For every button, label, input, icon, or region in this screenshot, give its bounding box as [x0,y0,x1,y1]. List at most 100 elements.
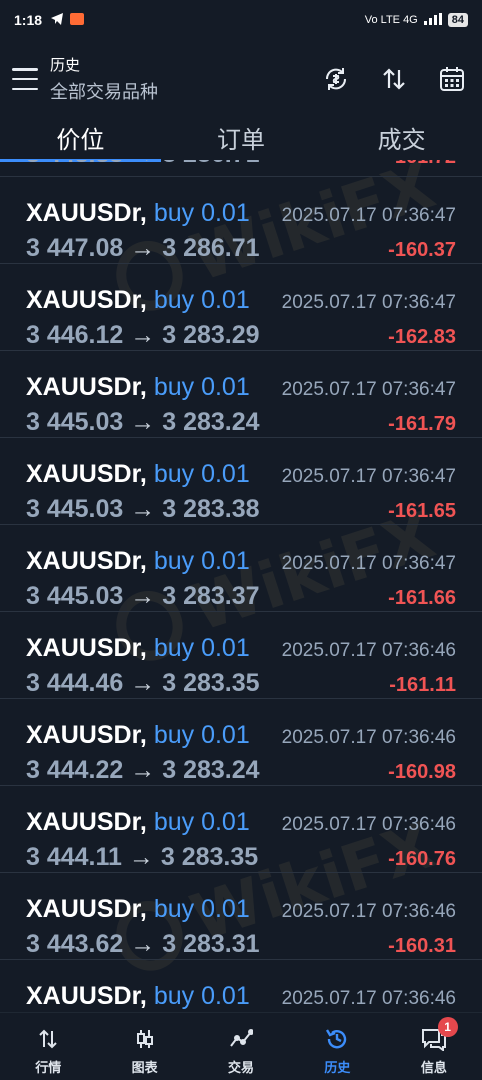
deal-row[interactable]: XAUUSDr, buy 0.01 3 444.46 → 3 283.35 2025… [0,612,482,699]
arrow-icon: → [130,582,156,610]
deal-prices: 3 445.03 → 3 283.37 [26,582,260,611]
notification-app-icon [70,12,85,28]
deal-symbol: XAUUSDr, buy 0.01 [26,199,250,228]
nav-quotes[interactable]: 行情 [0,1013,96,1080]
sync-icon[interactable] [322,65,350,93]
deal-symbol: XAUUSDr, buy 0.01 [26,808,250,837]
close-price: 3 283.35 [162,669,260,697]
open-price: 3 445.03 [26,408,124,436]
menu-icon[interactable] [12,68,38,90]
deal-prices: 3 444.46 → 3 283.35 [26,669,260,698]
page-title: 历史 [50,57,81,74]
nav-chart[interactable]: 图表 [96,1013,192,1080]
deal-profit: -160.37 [388,239,456,261]
close-price: 3 283.38 [162,495,260,523]
deal-profit: -161.11 [389,674,456,696]
deal-row-partial[interactable]: 3 448.38 → 3 286.71 -161.72 [0,160,482,177]
deal-list[interactable]: WikiFX WikiFX WikiFX 3 448.38 → 3 286.71… [0,160,482,1012]
battery-indicator: 84 [447,13,468,27]
deal-symbol: XAUUSDr, buy 0.01 [26,634,250,663]
nav-label: 历史 [324,1060,351,1075]
deal-symbol: XAUUSDr, buy 0.01 [26,547,250,576]
unread-badge: 1 [437,1017,458,1037]
deal-side: buy 0.01 [153,982,250,1010]
deal-row[interactable]: XAUUSDr, buy 0.01 3 445.03 → 3 283.38 2025… [0,438,482,525]
close-price: 3 283.24 [162,408,260,436]
symbol-name: XAUUSDr, [26,721,147,749]
tab-deals[interactable]: 成交 [321,114,482,162]
deal-row[interactable]: XAUUSDr, buy 0.01 2025.07.17 07:36:46 [0,960,482,1012]
deal-side: buy 0.01 [153,286,250,314]
status-bar: 1:18 Vo LTE 4G 84 [0,0,482,40]
deal-symbol: XAUUSDr, buy 0.01 [26,982,250,1011]
deal-symbol: XAUUSDr, buy 0.01 [26,895,250,924]
status-time: 1:18 [14,12,43,28]
trade-icon [229,1027,254,1051]
deal-side: buy 0.01 [153,895,250,923]
deal-time: 2025.07.17 07:36:47 [281,379,456,400]
deal-symbol: XAUUSDr, buy 0.01 [26,373,250,402]
close-price: 3 283.24 [162,756,260,784]
deal-row[interactable]: XAUUSDr, buy 0.01 3 444.22 → 3 283.24 2025… [0,699,482,786]
deal-time: 2025.07.17 07:36:46 [281,727,456,748]
app-header: 历史 全部交易品种 [0,44,482,114]
close-price: 3 283.37 [162,582,260,610]
tab-positions[interactable]: 价位 [0,114,161,162]
open-price: 3 444.22 [26,756,124,784]
deal-profit: -161.79 [388,413,456,435]
symbol-filter[interactable]: 全部交易品种 [50,78,158,104]
arrow-icon: → [128,843,154,871]
deal-row[interactable]: XAUUSDr, buy 0.01 3 445.03 → 3 283.24 2025… [0,351,482,438]
deal-time: 2025.07.17 07:36:47 [281,292,456,313]
deal-row[interactable]: XAUUSDr, buy 0.01 3 444.11 → 3 283.35 2025… [0,786,482,873]
open-price: 3 446.12 [26,321,124,349]
deal-row[interactable]: XAUUSDr, buy 0.01 3 445.03 → 3 283.37 2025… [0,525,482,612]
deal-prices: 3 446.12 → 3 283.29 [26,321,260,350]
open-price: 3 443.62 [26,930,124,958]
deal-side: buy 0.01 [153,547,250,575]
close-price: 3 286.71 [162,234,260,262]
arrow-icon: → [130,930,156,958]
nav-messages[interactable]: 1 信息 [386,1013,482,1080]
deal-prices: 3 444.11 → 3 283.35 [26,843,258,872]
arrow-icon: → [130,408,156,436]
symbol-name: XAUUSDr, [26,460,147,488]
open-price: 3 444.46 [26,669,124,697]
symbol-name: XAUUSDr, [26,895,147,923]
nav-history[interactable]: 历史 [289,1013,385,1080]
close-price: 3 283.35 [160,843,259,871]
deal-row[interactable]: XAUUSDr, buy 0.01 3 446.12 → 3 283.29 2025… [0,264,482,351]
deal-profit: -161.72 [388,160,456,169]
deal-time: 2025.07.17 07:36:46 [281,814,456,835]
deal-row[interactable]: XAUUSDr, buy 0.01 3 447.08 → 3 286.71 2025… [0,177,482,264]
deal-prices: 3 447.08 → 3 286.71 [26,234,260,263]
deal-side: buy 0.01 [153,199,250,227]
deal-time: 2025.07.17 07:36:47 [281,553,456,574]
symbol-name: XAUUSDr, [26,634,147,662]
symbol-name: XAUUSDr, [26,547,147,575]
deal-time: 2025.07.17 07:36:46 [281,640,456,661]
deal-time: 2025.07.17 07:36:46 [281,901,456,922]
deal-prices: 3 444.22 → 3 283.24 [26,756,260,785]
open-price: 3 444.11 [26,843,122,871]
deal-symbol: XAUUSDr, buy 0.01 [26,460,250,489]
deal-prices: 3 443.62 → 3 283.31 [26,930,260,959]
sort-icon[interactable] [380,65,408,93]
deal-time: 2025.07.17 07:36:47 [281,205,456,226]
nav-label: 信息 [420,1060,447,1075]
symbol-name: XAUUSDr, [26,199,147,227]
network-label: Vo LTE 4G [364,14,418,26]
open-price: 3 445.03 [26,495,124,523]
close-price: 3 283.29 [162,321,260,349]
deal-time: 2025.07.17 07:36:47 [281,466,456,487]
deal-symbol: XAUUSDr, buy 0.01 [26,286,250,315]
nav-label: 行情 [35,1060,62,1075]
open-price: 3 447.08 [26,234,124,262]
deal-profit: -160.76 [388,848,456,870]
deal-prices: 3 448.38 → 3 286.71 [26,160,260,169]
deal-row[interactable]: XAUUSDr, buy 0.01 3 443.62 → 3 283.31 2025… [0,873,482,960]
nav-trade[interactable]: 交易 [193,1013,289,1080]
calendar-icon[interactable] [438,65,466,93]
tab-orders[interactable]: 订单 [161,114,322,162]
deal-profit: -160.31 [388,935,456,957]
